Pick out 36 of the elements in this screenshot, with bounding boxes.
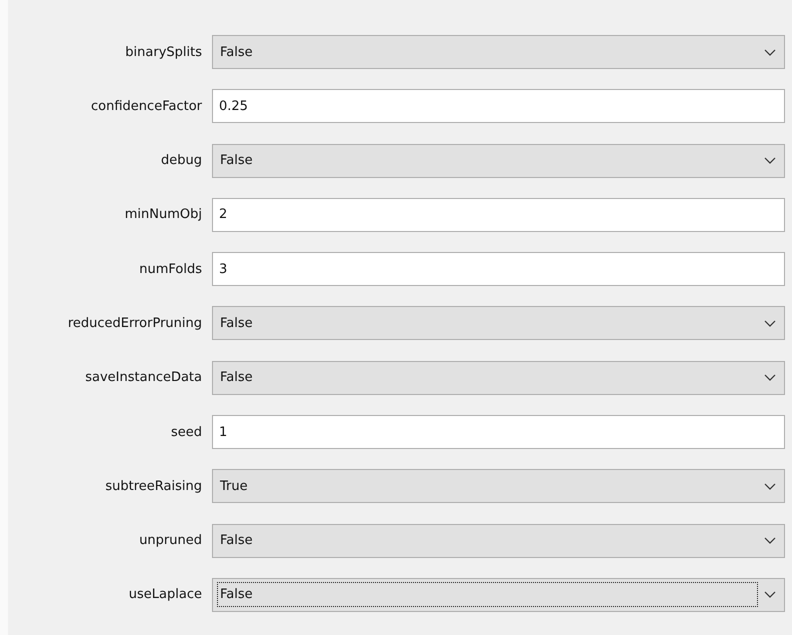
property-label: seed [170, 424, 202, 440]
dropdown[interactable]: False [212, 524, 785, 558]
chevron-down-icon [764, 482, 776, 490]
property-label: useLaplace [128, 587, 202, 602]
dropdown-value: False [217, 582, 758, 608]
property-label: saveInstanceData [84, 370, 202, 386]
property-label: minNumObj [124, 207, 202, 222]
dropdown-value: True [219, 478, 249, 496]
dropdown[interactable]: False [212, 578, 785, 612]
property-label: numFolds [138, 262, 202, 277]
dropdown-value: False [219, 44, 254, 62]
dropdown[interactable]: False [212, 35, 785, 69]
property-label: unpruned [138, 533, 202, 548]
input-field[interactable]: 1 [212, 415, 785, 450]
dropdown[interactable]: False [212, 306, 785, 340]
property-label: confidenceFactor [90, 98, 202, 114]
chevron-down-icon [764, 537, 776, 544]
dropdown-value: False [219, 532, 254, 550]
chevron-down-icon [764, 48, 776, 56]
dropdown-value: False [219, 369, 254, 388]
dropdown[interactable]: False [212, 360, 785, 395]
input-field[interactable]: 0.25 [212, 89, 785, 124]
chevron-down-icon [764, 157, 776, 164]
chevron-down-icon [764, 374, 776, 382]
input-field[interactable]: 2 [212, 198, 785, 232]
chevron-down-icon [764, 320, 776, 327]
input-field[interactable]: 3 [212, 252, 785, 286]
dropdown[interactable]: False [212, 144, 785, 178]
property-label: binarySplits [124, 44, 202, 60]
dropdown[interactable]: True [212, 469, 785, 504]
property-label: subtreeRaising [104, 478, 202, 494]
dropdown-value: False [219, 314, 254, 333]
dropdown-value: False [219, 152, 254, 170]
property-label: debug [160, 153, 202, 168]
property-label: reducedErrorPruning [66, 316, 202, 331]
chevron-down-icon [764, 591, 776, 598]
